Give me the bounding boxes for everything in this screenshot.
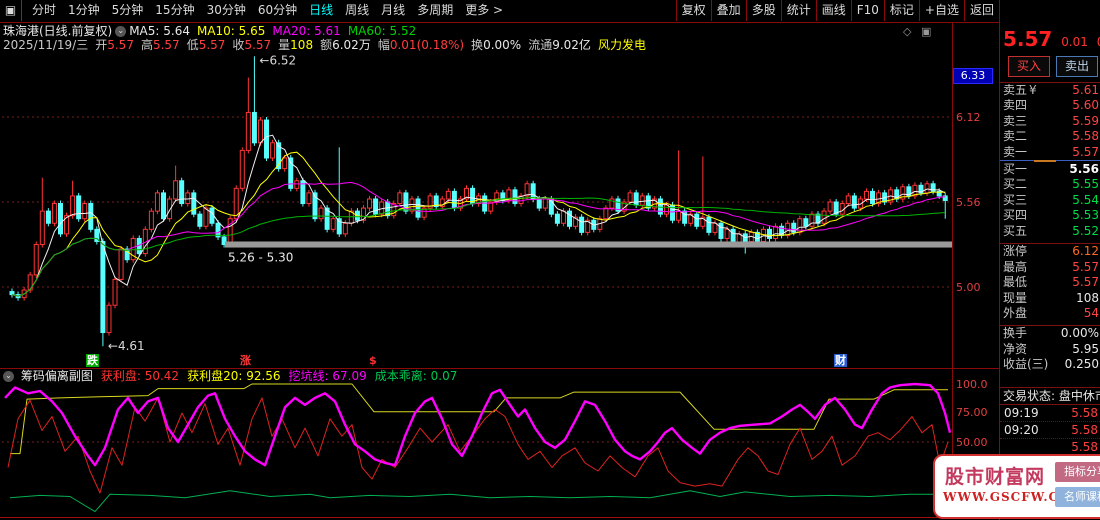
order-book-row-买五[interactable]: 买五5.52	[1000, 224, 1100, 239]
order-book: 卖五¥5.61卖四5.60卖三5.59卖二5.58卖一5.57 买一5.56买二5…	[1000, 82, 1100, 239]
order-book-row-卖五[interactable]: 卖五¥5.61	[1000, 83, 1100, 98]
tick-row[interactable]: 09:205.58	[1000, 422, 1100, 439]
menu-item-统计[interactable]: 统计	[781, 0, 816, 21]
stat-row-净资: 净资5.95	[1000, 342, 1100, 358]
indicator-sub-chart[interactable]	[0, 370, 952, 517]
menu-item-复权[interactable]: 复权	[676, 0, 711, 21]
quote-sidebar: 5.57 0.01 0.18 买入 卖出 卖五¥5.61卖四5.60卖三5.59…	[1000, 0, 1100, 520]
stat-row-外盘: 外盘54	[1000, 306, 1100, 322]
menu-item-+自选[interactable]: +自选	[919, 0, 964, 21]
indicator-title: 筹码偏离副图	[21, 369, 93, 383]
trade-status: 交易状态: 盘中休市	[1000, 387, 1100, 404]
stat-row-最低: 最低5.57	[1000, 275, 1100, 291]
sell-button[interactable]: 卖出	[1056, 56, 1098, 77]
signal-marker-跌: 跌	[86, 354, 99, 367]
stat-row-现量: 现量108	[1000, 291, 1100, 307]
menu-item-60分钟[interactable]: 60分钟	[252, 0, 303, 21]
order-book-row-买三[interactable]: 买三5.54	[1000, 193, 1100, 208]
sub-chart-header: ⌄ 筹码偏离副图获利盘: 50.42 获利盘20: 92.56 挖坑线: 67.09…	[3, 369, 465, 383]
svg-text:5.26 - 5.30: 5.26 - 5.30	[228, 251, 293, 265]
price-summary: 5.57 0.01 0.18	[1003, 27, 1100, 51]
signal-marker-涨: 涨	[239, 354, 252, 367]
menu-item-周线[interactable]: 周线	[339, 0, 375, 21]
menu-item-F10[interactable]: F10	[851, 0, 884, 21]
watermark-badge: 名师课程	[1055, 487, 1100, 507]
stat-row-换手: 换手0.00%	[1000, 326, 1100, 342]
menu-item-日线[interactable]: 日线	[303, 0, 339, 21]
price-axis-label: 5.56	[956, 196, 996, 209]
watermark-title: 股市财富网	[945, 462, 1045, 489]
order-book-row-买二[interactable]: 买二5.55	[1000, 177, 1100, 192]
main-candlestick-chart[interactable]: 5.26 - 5.30 ←6.52 ←4.61	[0, 22, 952, 368]
stats-section-2: 换手0.00%净资5.95收益(三)0.250	[1000, 325, 1100, 373]
price-axis-label: 6.12	[956, 111, 996, 124]
menu-item-多周期[interactable]: 多周期	[411, 0, 459, 21]
indicator-legend-item: 获利盘20: 92.56	[187, 369, 280, 383]
watermark-badge: 指标分享	[1055, 462, 1100, 482]
menu-item-更多 >[interactable]: 更多 >	[459, 0, 509, 21]
stat-row-收益(三): 收益(三)0.250	[1000, 357, 1100, 373]
indicator-axis-label: 50.00	[956, 436, 996, 449]
menu-item-5分钟[interactable]: 5分钟	[106, 0, 150, 21]
stat-row-最高: 最高5.57	[1000, 260, 1100, 276]
last-price: 5.57	[1003, 27, 1052, 51]
indicator-legend: 获利盘: 50.42 获利盘20: 92.56 挖坑线: 67.09 成本乖离: 0.…	[101, 369, 466, 383]
watermark-badges: 指标分享名师课程	[1055, 462, 1100, 512]
svg-text:←4.61: ←4.61	[108, 339, 145, 353]
trade-buttons: 买入 卖出	[1000, 56, 1100, 78]
topbar-right-menu: 复权叠加多股统计画线F10标记+自选返回	[676, 0, 999, 21]
menu-item-画线[interactable]: 画线	[816, 0, 851, 21]
indicator-legend-item: 成本乖离: 0.07	[375, 369, 458, 383]
price-axis-label: 6.33	[953, 68, 993, 84]
tick-row[interactable]: 09:195.58	[1000, 405, 1100, 422]
topbar-left-menu: 分时1分钟5分钟15分钟30分钟60分钟日线周线月线多周期更多 >	[26, 0, 509, 21]
order-book-row-卖二[interactable]: 卖二5.58	[1000, 129, 1100, 144]
menu-item-分时[interactable]: 分时	[26, 0, 62, 21]
chart-right-border	[952, 22, 953, 517]
menu-item-1分钟[interactable]: 1分钟	[62, 0, 106, 21]
window-panel-icon[interactable]: ▣	[0, 0, 22, 21]
trading-app-window: ▣ 分时1分钟5分钟15分钟30分钟60分钟日线周线月线多周期更多 > 复权叠加…	[0, 0, 1100, 520]
order-book-row-卖一[interactable]: 卖一5.57	[1000, 145, 1100, 160]
buy-button[interactable]: 买入	[1008, 56, 1050, 77]
indicator-axis-label: 100.0	[956, 378, 996, 391]
watermark-card: 股市财富网 WWW.GSCFW.COM 指标分享名师课程	[933, 454, 1100, 519]
menu-item-15分钟[interactable]: 15分钟	[149, 0, 200, 21]
stats-section-1: 涨停6.12最高5.57最低5.57现量108外盘54	[1000, 243, 1100, 322]
order-book-row-买四[interactable]: 买四5.53	[1000, 208, 1100, 223]
menu-item-月线[interactable]: 月线	[375, 0, 411, 21]
svg-text:←6.52: ←6.52	[259, 53, 296, 67]
indicator-axis-label: 75.00	[956, 406, 996, 419]
signal-marker-财: 财	[834, 354, 847, 367]
indicator-chevron-icon[interactable]: ⌄	[3, 371, 14, 382]
indicator-legend-item: 挖坑线: 67.09	[289, 369, 367, 383]
order-book-row-卖四[interactable]: 卖四5.60	[1000, 98, 1100, 113]
order-book-row-买一[interactable]: 买一5.56	[1000, 162, 1100, 177]
order-book-row-卖三[interactable]: 卖三5.59	[1000, 114, 1100, 129]
top-menu-bar: ▣ 分时1分钟5分钟15分钟30分钟60分钟日线周线月线多周期更多 > 复权叠加…	[0, 0, 1100, 23]
signal-marker-$: $	[368, 354, 378, 367]
price-axis-label: 5.00	[956, 281, 996, 294]
menu-item-返回[interactable]: 返回	[964, 0, 999, 21]
price-change: 0.01	[1061, 35, 1088, 49]
menu-item-标记[interactable]: 标记	[884, 0, 919, 21]
menu-item-多股[interactable]: 多股	[746, 0, 781, 21]
bottom-border	[0, 517, 1100, 518]
menu-item-30分钟[interactable]: 30分钟	[201, 0, 252, 21]
stat-row-涨停: 涨停6.12	[1000, 244, 1100, 260]
menu-item-叠加[interactable]: 叠加	[711, 0, 746, 21]
indicator-legend-item: 获利盘: 50.42	[101, 369, 179, 383]
